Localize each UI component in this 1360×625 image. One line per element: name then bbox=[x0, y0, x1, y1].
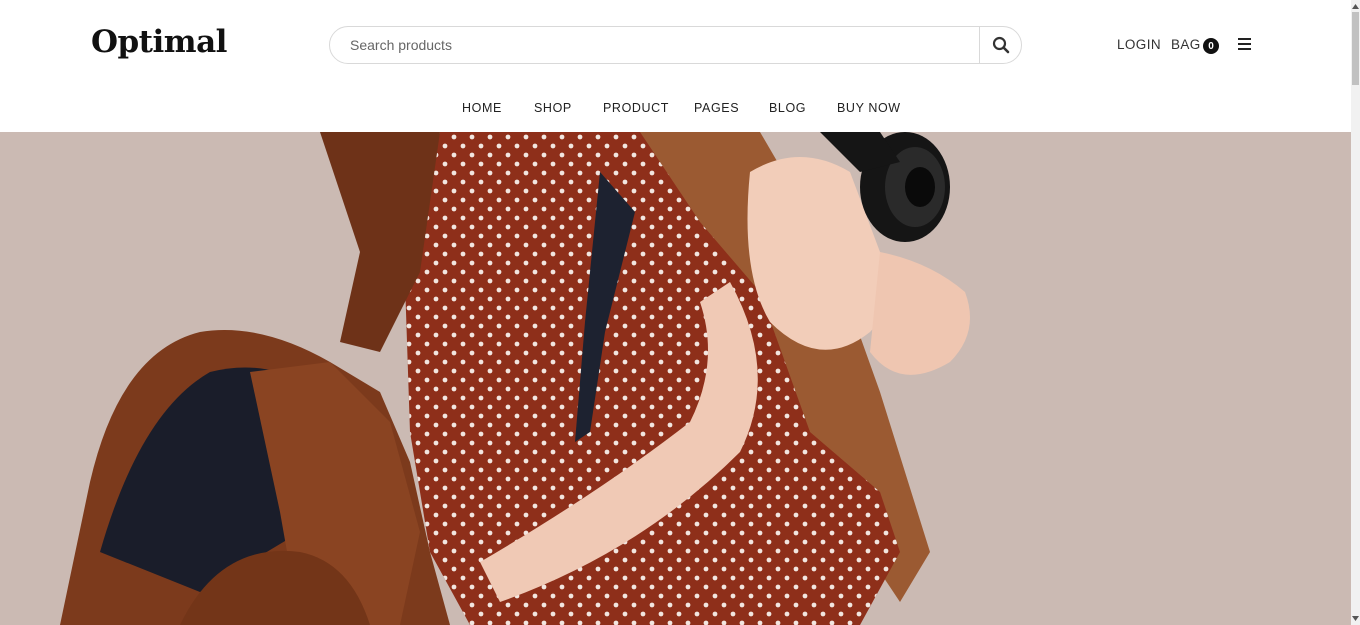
nav-item-buy-now[interactable]: BUY NOW bbox=[837, 101, 901, 115]
search-button[interactable] bbox=[979, 27, 1021, 63]
page: Optimal LOGIN BAG 0 HOME SHOP PRODUCT PA… bbox=[0, 0, 1351, 625]
hamburger-icon[interactable] bbox=[1238, 38, 1252, 50]
site-logo[interactable]: Optimal bbox=[91, 24, 227, 60]
login-link[interactable]: LOGIN bbox=[1117, 37, 1161, 52]
search-input[interactable] bbox=[350, 27, 970, 63]
vertical-scrollbar[interactable] bbox=[1351, 0, 1360, 625]
hero-image bbox=[60, 132, 970, 625]
nav-item-pages[interactable]: PAGES bbox=[694, 101, 739, 115]
hero-banner bbox=[0, 132, 1351, 625]
scrollbar-thumb[interactable] bbox=[1352, 12, 1359, 85]
bag-link[interactable]: BAG bbox=[1171, 37, 1201, 52]
scroll-up-icon[interactable] bbox=[1352, 2, 1359, 10]
nav-item-blog[interactable]: BLOG bbox=[769, 101, 806, 115]
main-nav: HOME SHOP PRODUCT PAGES BLOG BUY NOW bbox=[0, 101, 1351, 121]
bag-count-badge: 0 bbox=[1203, 38, 1219, 54]
scroll-down-icon[interactable] bbox=[1352, 614, 1359, 622]
nav-item-shop[interactable]: SHOP bbox=[534, 101, 572, 115]
site-header: Optimal LOGIN BAG 0 HOME SHOP PRODUCT PA… bbox=[0, 0, 1351, 132]
nav-item-product[interactable]: PRODUCT bbox=[603, 101, 669, 115]
search-bar bbox=[329, 26, 1022, 64]
nav-item-home[interactable]: HOME bbox=[462, 101, 502, 115]
search-icon bbox=[992, 36, 1009, 54]
